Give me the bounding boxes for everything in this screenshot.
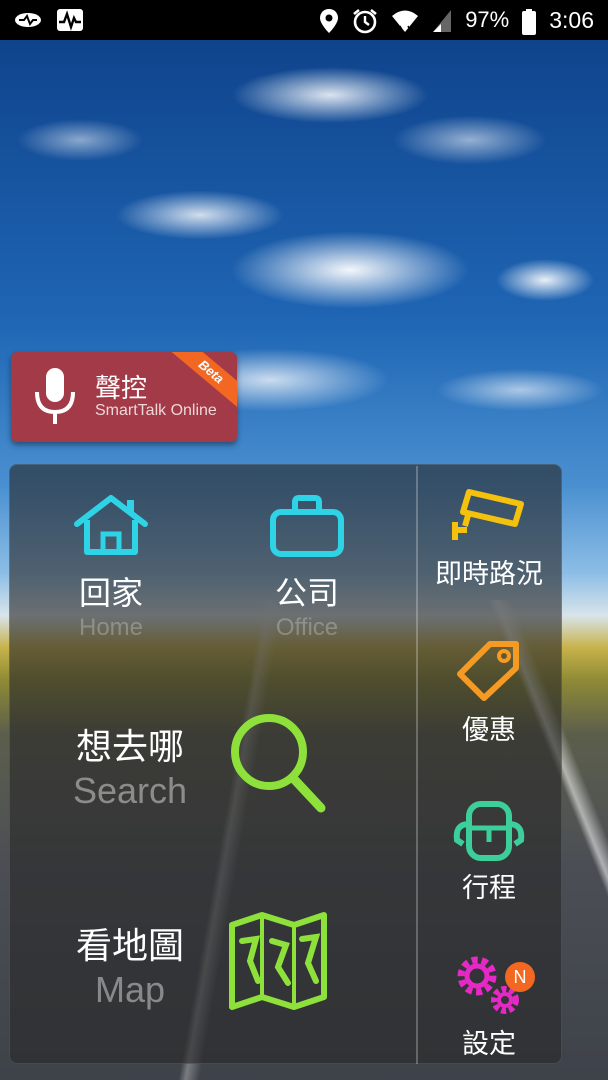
clock-time: 3:06 <box>549 7 594 33</box>
traffic-label: 即時路況 <box>435 559 543 590</box>
battery-percentage: 97% <box>465 7 510 32</box>
voice-control-subtitle: SmartTalk Online <box>95 402 217 419</box>
office-sublabel: Office <box>275 614 339 641</box>
settings-label: 設定 <box>462 1029 516 1060</box>
wifi-icon <box>391 8 419 32</box>
activity-icon <box>56 8 84 32</box>
home-icon <box>71 494 151 558</box>
search-button[interactable]: 想去哪 Search <box>40 700 390 830</box>
briefcase-icon <box>267 494 347 558</box>
location-icon <box>319 8 339 33</box>
map-icon <box>228 911 328 1011</box>
side-item-deals[interactable]: 優惠 <box>417 640 561 750</box>
traffic-camera-icon <box>451 484 527 544</box>
search-sublabel: Search <box>72 770 188 811</box>
voice-control-button[interactable]: 聲控 SmartTalk Online Beta <box>11 352 237 442</box>
alarm-icon <box>351 8 379 34</box>
map-button[interactable]: 看地圖 Map <box>40 905 390 1025</box>
map-sublabel: Map <box>94 969 166 1010</box>
settings-new-badge: N <box>505 962 535 992</box>
side-item-itinerary[interactable]: 行程 <box>417 796 561 906</box>
side-item-settings[interactable]: N 設定 <box>417 950 561 1060</box>
search-label: 想去哪 <box>75 727 184 768</box>
side-item-traffic[interactable]: 即時路況 <box>417 484 561 594</box>
deals-label: 優惠 <box>462 715 516 746</box>
signal-icon <box>431 8 453 32</box>
battery-icon <box>521 8 537 35</box>
home-sublabel: Home <box>78 614 144 641</box>
search-icon <box>225 710 335 820</box>
map-label: 看地圖 <box>75 926 184 967</box>
backpack-icon <box>453 796 525 862</box>
microphone-icon <box>31 366 79 428</box>
status-bar: 97% 3:06 <box>0 0 608 40</box>
link-icon <box>14 8 42 32</box>
voice-control-title: 聲控 <box>95 374 148 404</box>
home-button[interactable]: 回家 Home <box>40 494 182 654</box>
itinerary-label: 行程 <box>462 873 516 904</box>
home-label: 回家 <box>78 574 143 612</box>
tag-icon <box>454 640 524 702</box>
office-label: 公司 <box>274 574 339 612</box>
office-button[interactable]: 公司 Office <box>236 494 378 654</box>
